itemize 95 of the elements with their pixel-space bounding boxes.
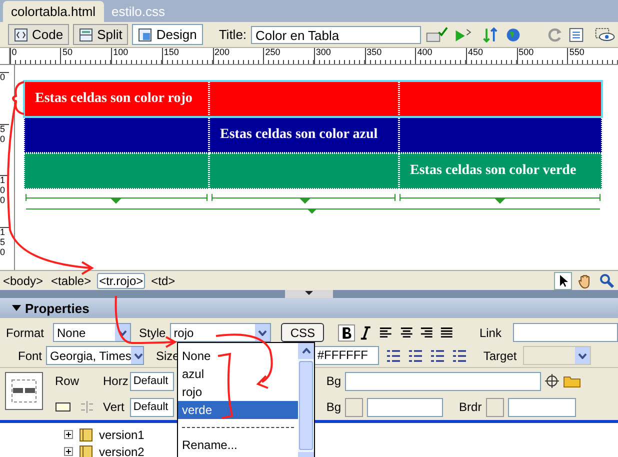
ruler-label: 100 bbox=[0, 175, 9, 228]
view-button[interactable]: Code bbox=[8, 24, 70, 45]
style-dropdown[interactable]: rojo bbox=[170, 323, 272, 342]
table-row-icon bbox=[5, 372, 43, 410]
horz-dropdown[interactable]: Default bbox=[130, 372, 174, 390]
tag-selector-item[interactable]: <tr.rojo> bbox=[97, 272, 146, 288]
ruler-label: 400 bbox=[415, 48, 466, 64]
zoom-icon[interactable] bbox=[598, 272, 616, 290]
cell-text: Estas celdas son color verde bbox=[410, 163, 576, 179]
border-color-field[interactable] bbox=[508, 398, 576, 416]
bold-icon[interactable] bbox=[338, 324, 356, 342]
horz-label: Horz bbox=[103, 374, 128, 388]
folder-icon bbox=[78, 444, 94, 457]
align-right-icon[interactable] bbox=[420, 326, 434, 340]
validate-icon[interactable] bbox=[424, 26, 449, 44]
format-label: Format bbox=[6, 326, 44, 340]
cell-text: Estas celdas son color azul bbox=[220, 127, 378, 143]
table-row[interactable]: Estas celdas son color rojo bbox=[24, 81, 602, 117]
ruler-label: 0 bbox=[10, 48, 60, 64]
ruler-label: 550 bbox=[567, 48, 618, 64]
title-label: Title: bbox=[218, 27, 247, 42]
cell-text: Estas celdas son color rojo bbox=[35, 91, 192, 107]
split-cells-icon[interactable] bbox=[79, 401, 95, 413]
dropdown-option[interactable]: Rename... bbox=[178, 436, 298, 454]
italic-icon[interactable] bbox=[359, 324, 372, 342]
vert-label: Vert bbox=[103, 400, 124, 414]
annotation-arrow bbox=[216, 334, 273, 389]
tag-selector-item[interactable]: <table> bbox=[49, 272, 94, 288]
crosshair-icon[interactable] bbox=[545, 374, 560, 388]
table-row[interactable]: Estas celdas son color azul bbox=[24, 117, 602, 153]
ruler-label: 250 bbox=[263, 48, 314, 64]
vert-dropdown[interactable]: Default bbox=[130, 398, 174, 416]
expand-icon[interactable] bbox=[64, 430, 73, 439]
folder-name[interactable]: version1 bbox=[99, 428, 144, 442]
ruler-label: 350 bbox=[364, 48, 416, 64]
bg-label: Bg bbox=[326, 374, 342, 388]
ruler-label: 150 bbox=[162, 48, 212, 64]
design-view-icon bbox=[138, 28, 152, 42]
folder-icon[interactable] bbox=[563, 374, 582, 388]
expand-icon[interactable] bbox=[64, 447, 73, 456]
view-button[interactable]: Design bbox=[132, 24, 203, 45]
target-label: Target bbox=[483, 348, 517, 362]
bg-field[interactable] bbox=[345, 372, 542, 390]
split-view-icon bbox=[79, 28, 94, 42]
format-dropdown[interactable]: None bbox=[53, 323, 131, 342]
ruler-label: 50 bbox=[60, 48, 112, 64]
properties-header[interactable]: Properties bbox=[0, 298, 618, 318]
css-button[interactable]: CSS bbox=[281, 323, 324, 342]
ruler-label: 300 bbox=[314, 48, 365, 64]
link-field[interactable] bbox=[513, 323, 618, 342]
annotation-bracket bbox=[218, 353, 233, 419]
scroll-up-icon[interactable] bbox=[298, 343, 314, 359]
ruler-label: 450 bbox=[466, 48, 517, 64]
outdent-icon[interactable] bbox=[430, 348, 446, 362]
code-icon bbox=[14, 28, 28, 42]
title-field[interactable]: Color en Tabla bbox=[250, 26, 421, 44]
align-center-icon[interactable] bbox=[400, 326, 413, 340]
ruler-label: 50 bbox=[0, 124, 9, 176]
folder-name[interactable]: version2 bbox=[99, 444, 144, 457]
ruler-label: 100 bbox=[111, 48, 162, 64]
indent-icon[interactable] bbox=[452, 348, 468, 362]
scrollbar[interactable] bbox=[298, 343, 314, 457]
ruler-label: 0 bbox=[0, 72, 9, 124]
row-label: Row bbox=[55, 374, 80, 388]
align-left-icon[interactable] bbox=[379, 326, 393, 340]
font-dropdown[interactable]: Georgia, Times bbox=[46, 346, 144, 365]
pointer-icon[interactable] bbox=[554, 272, 572, 290]
bg-color-field[interactable] bbox=[367, 398, 444, 416]
table-row[interactable]: Estas celdas son color verde bbox=[24, 153, 602, 189]
link-label: Link bbox=[479, 326, 502, 340]
collapse-handle[interactable] bbox=[285, 290, 333, 298]
dropdown-option[interactable]: None bbox=[178, 347, 298, 365]
dropdown-option[interactable]: rojo bbox=[178, 383, 298, 401]
numbered-list-icon[interactable] bbox=[408, 348, 424, 362]
annotation-bracket bbox=[12, 81, 24, 115]
dropdown-option[interactable]: verde bbox=[178, 401, 298, 419]
color-swatch[interactable] bbox=[345, 398, 364, 416]
bg-label: Bg bbox=[326, 400, 342, 414]
view-button[interactable]: Split bbox=[73, 24, 128, 45]
style-label: Style bbox=[139, 326, 166, 340]
bulleted-list-icon[interactable] bbox=[386, 348, 402, 362]
font-label: Font bbox=[18, 348, 42, 362]
document-tab[interactable]: colortabla.html bbox=[3, 1, 104, 22]
merge-cells-icon[interactable] bbox=[55, 401, 71, 413]
panel-title: Properties bbox=[25, 300, 90, 316]
ruler-label: 500 bbox=[516, 48, 568, 64]
dropdown-option[interactable]: azul bbox=[178, 365, 298, 383]
color-field[interactable]: #FFFFFF bbox=[313, 346, 380, 365]
color-swatch[interactable] bbox=[486, 398, 504, 416]
collapse-triangle-icon[interactable] bbox=[12, 304, 21, 312]
folder-icon bbox=[78, 427, 94, 442]
border-label: Brdr bbox=[459, 400, 482, 414]
justify-icon[interactable] bbox=[440, 326, 454, 340]
tag-selector-item[interactable]: <td> bbox=[149, 272, 178, 288]
ruler-label: 150 bbox=[0, 227, 9, 279]
